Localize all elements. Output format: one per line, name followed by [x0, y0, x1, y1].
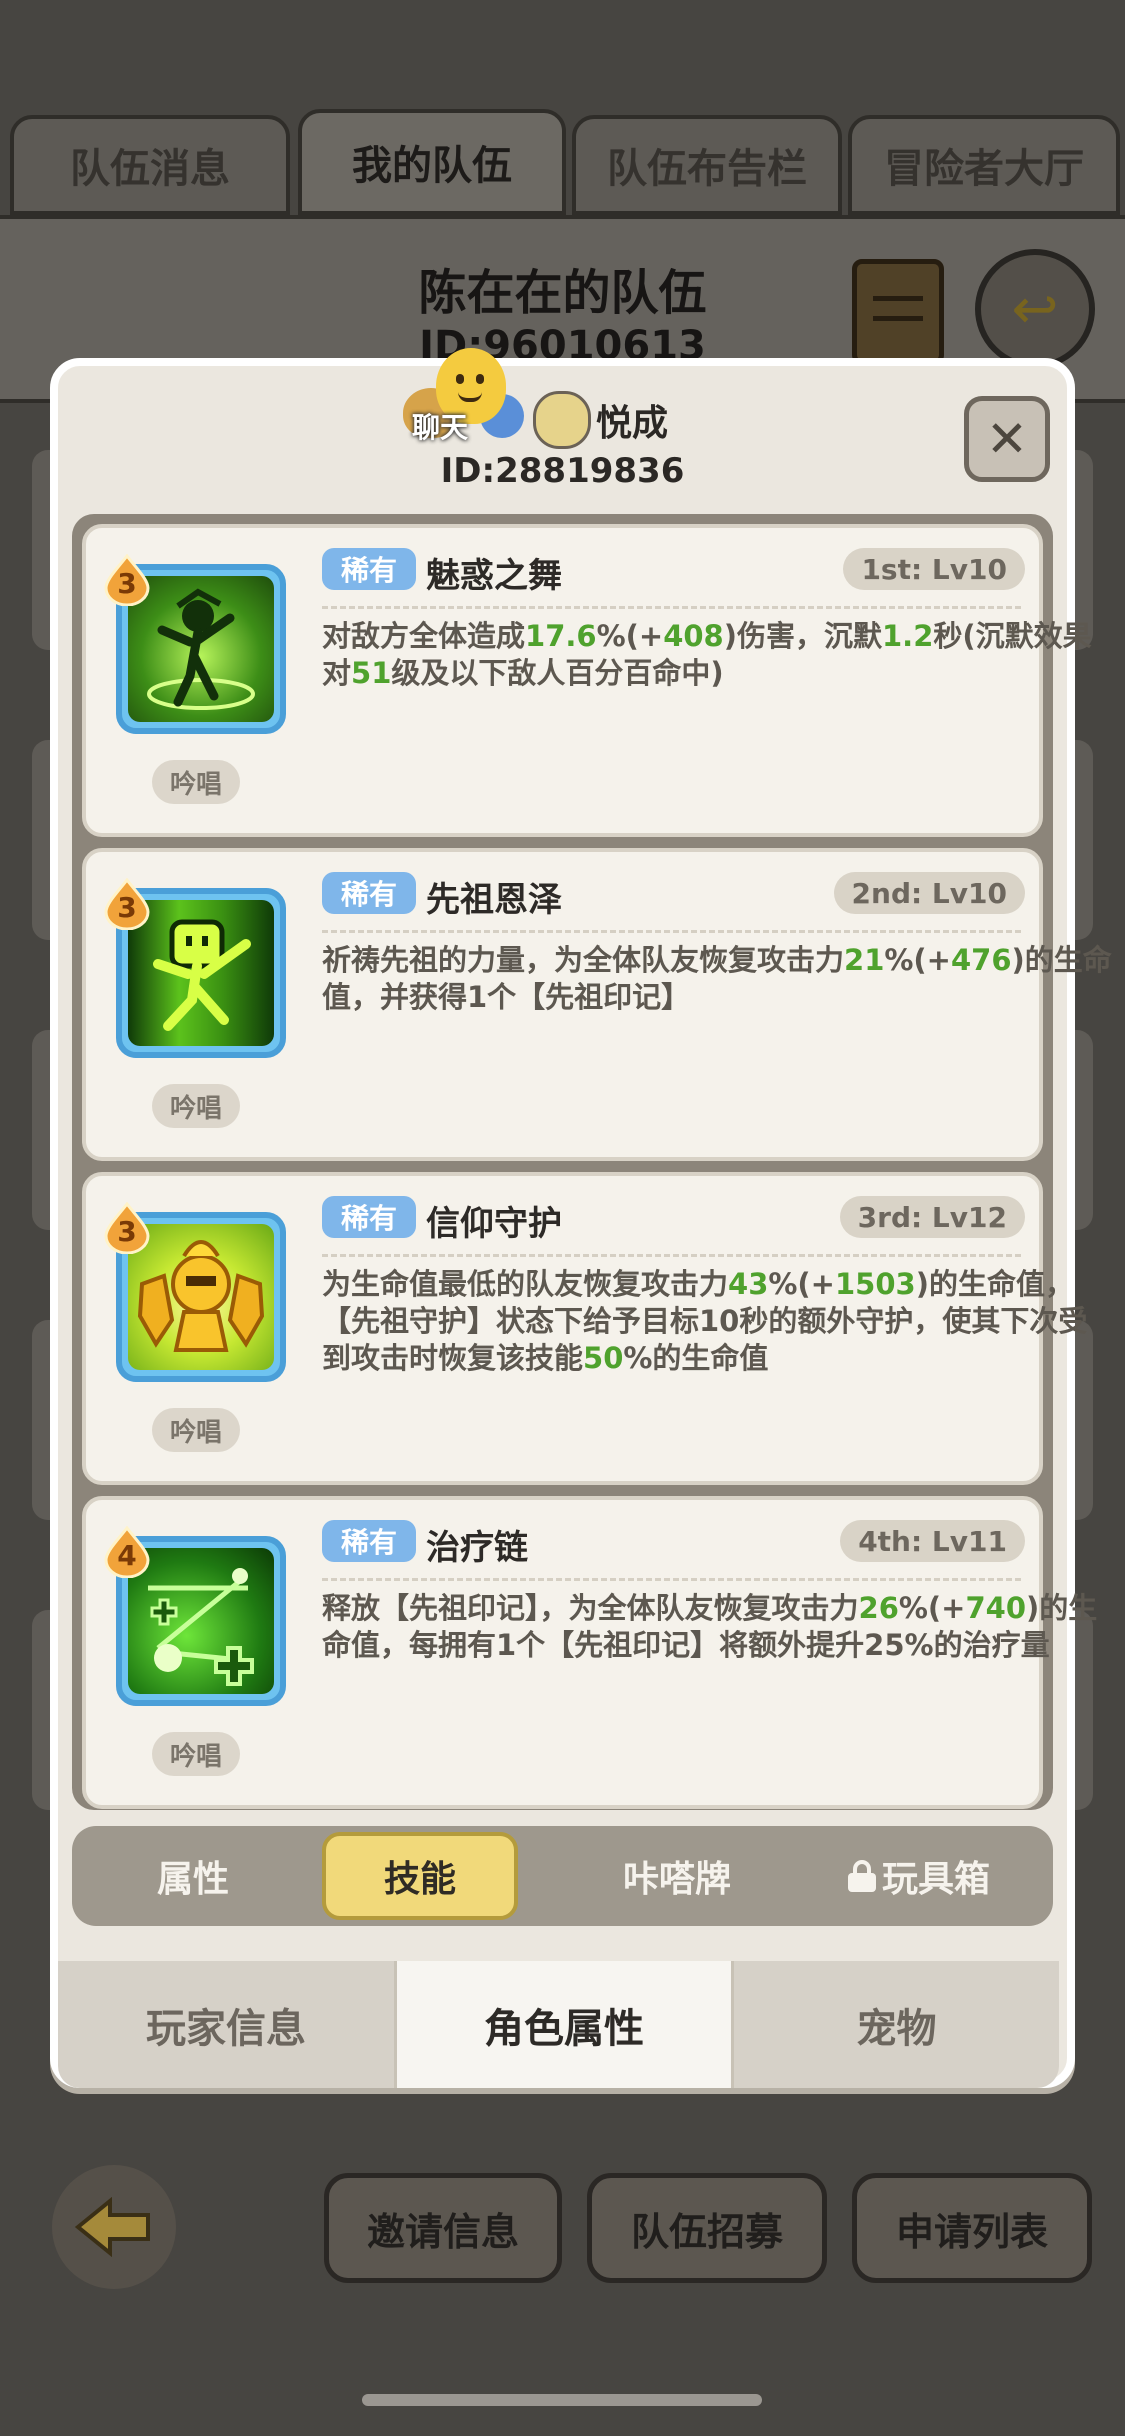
skill-level-badge: 3: [104, 1202, 150, 1254]
divider: [322, 606, 1021, 609]
toy-box-label: 玩具箱: [881, 1859, 990, 1900]
chant-tag: 吟唱: [152, 760, 240, 804]
skill-description: 为生命值最低的队友恢复攻击力43%(+1503)的生命值，【先祖守护】状态下给予…: [322, 1267, 1088, 1375]
tab-attributes[interactable]: 属性: [72, 1832, 314, 1920]
player-id: ID:28819836: [440, 451, 685, 491]
tab-skills[interactable]: 技能: [322, 1832, 518, 1920]
player-name: 悦成: [596, 403, 669, 444]
close-button[interactable]: ✕: [964, 396, 1050, 482]
skill-list[interactable]: 3 吟唱 稀有 魅惑之舞 1st: Lv10 对敌方全体造成17.6%(+408…: [72, 514, 1112, 1810]
bottom-tab-bar: 玩家信息 角色属性 宠物: [50, 1961, 1075, 2096]
skill-name: 信仰守护: [426, 1204, 562, 1244]
skill-description: 释放【先祖印记】，为全体队友恢复攻击力26%(+740)的生命值，每拥有1个【先…: [322, 1591, 1098, 1662]
skill-name: 先祖恩泽: [426, 880, 562, 920]
player-avatar: [533, 391, 591, 449]
tab-toy-box[interactable]: 玩具箱: [798, 1832, 1040, 1920]
back-arrow-button[interactable]: [52, 2165, 176, 2289]
skill-card[interactable]: 3 吟唱 稀有 先祖恩泽 2nd: Lv10 祈祷先祖的力量，为全体队友恢复攻击…: [82, 848, 1112, 1161]
rarity-tag: 稀有: [322, 548, 416, 590]
tab-player-info[interactable]: 玩家信息: [58, 1961, 394, 2088]
skill-level-badge: 3: [104, 554, 150, 606]
skill-card[interactable]: 4 吟唱 稀有 治疗链 4th: Lv11 释放【先祖印记】，为全体队友恢复攻击…: [82, 1496, 1097, 1809]
skill-slot-level: 3rd: Lv12: [839, 1196, 1025, 1238]
skill-slot-level: 2nd: Lv10: [833, 872, 1025, 914]
tab-kata-cards[interactable]: 咔嗒牌: [556, 1832, 798, 1920]
skill-level-badge: 4: [104, 1526, 150, 1578]
skill-slot-level: 4th: Lv11: [840, 1520, 1025, 1562]
tab-pets[interactable]: 宠物: [734, 1961, 1059, 2088]
rarity-tag: 稀有: [322, 872, 416, 914]
skill-description: 对敌方全体造成17.6%(+408)伤害，沉默1.2秒(沉默效果对51级及以下敌…: [322, 619, 1092, 690]
divider: [322, 1254, 1021, 1257]
chat-label[interactable]: 聊天: [412, 406, 468, 446]
tab-character-stats[interactable]: 角色属性: [394, 1961, 734, 2088]
skill-card[interactable]: 3 吟唱 稀有 魅惑之舞 1st: Lv10 对敌方全体造成17.6%(+408…: [82, 524, 1092, 837]
team-recruit-button[interactable]: 队伍招募: [587, 2173, 827, 2283]
modal-header: 聊天 悦成 ID:28819836 ✕: [58, 348, 1067, 501]
sub-tab-bar: 属性 技能 咔嗒牌 玩具箱: [72, 1826, 1053, 1926]
skill-level-badge: 3: [104, 878, 150, 930]
skill-name: 治疗链: [426, 1528, 528, 1568]
lock-icon: [847, 1860, 876, 1892]
close-icon: ✕: [986, 410, 1028, 468]
rarity-tag: 稀有: [322, 1196, 416, 1238]
divider: [322, 1578, 1021, 1581]
home-indicator[interactable]: [362, 2394, 762, 2406]
rarity-tag: 稀有: [322, 1520, 416, 1562]
chant-tag: 吟唱: [152, 1732, 240, 1776]
skill-description: 祈祷先祖的力量，为全体队友恢复攻击力21%(+476)的生命值，并获得1个【先祖…: [322, 943, 1112, 1014]
player-detail-modal: 聊天 悦成 ID:28819836 ✕ 3 吟唱 稀有 魅惑之舞 1st: Lv…: [50, 348, 1112, 2088]
chant-tag: 吟唱: [152, 1408, 240, 1452]
apply-list-button[interactable]: 申请列表: [852, 2173, 1092, 2283]
divider: [322, 930, 1021, 933]
invite-info-button[interactable]: 邀请信息: [324, 2173, 562, 2283]
skill-name: 魅惑之舞: [426, 556, 562, 596]
skill-slot-level: 1st: Lv10: [843, 548, 1025, 590]
chant-tag: 吟唱: [152, 1084, 240, 1128]
back-arrow-icon: [74, 2197, 150, 2257]
skill-card[interactable]: 3 吟唱 稀有 信仰守护 3rd: Lv12 为生命值最低的队友恢复攻击力43%…: [82, 1172, 1087, 1485]
